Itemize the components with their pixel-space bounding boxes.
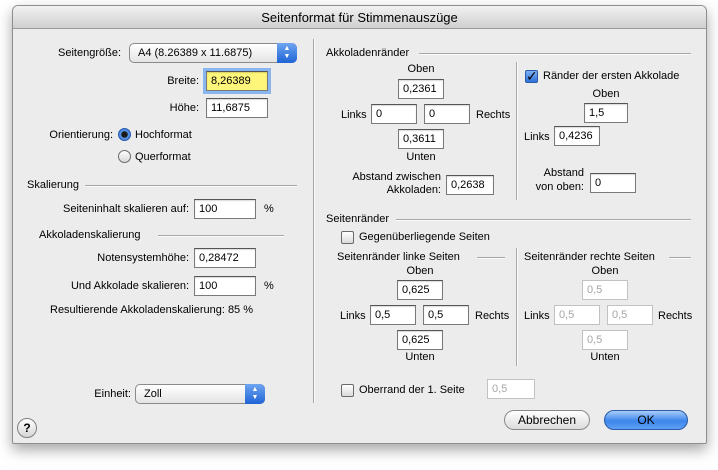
page-margins-divider [396, 219, 691, 221]
first-system-label: Ränder der ersten Akkolade [543, 70, 680, 82]
orientation-label: Orientierung: [49, 129, 113, 141]
select-arrows-icon: ▲ ▼ [277, 43, 297, 63]
window-title: Seitenformat für Stimmenauszüge [261, 10, 458, 25]
system-bottom-input[interactable]: 0,3611 [398, 129, 444, 149]
portrait-label: Hochformat [135, 129, 192, 141]
first-distance-label-line1: Abstand [543, 167, 584, 179]
left-bottom-input[interactable]: 0,625 [397, 330, 443, 350]
unit-select[interactable]: Zoll ▲ ▼ [135, 384, 265, 404]
column-divider [313, 39, 315, 403]
height-input[interactable]: 11,6875 [206, 98, 268, 118]
system-scale-label: Und Akkolade skalieren: [70, 280, 189, 292]
system-left-input[interactable]: 0 [371, 104, 417, 124]
facing-pages-label: Gegenüberliegende Seiten [359, 231, 490, 243]
scale-content-percent: % [264, 203, 274, 215]
system-margins-divider [419, 53, 691, 55]
system-margins-heading: Akkoladenränder [326, 47, 410, 59]
right-right-label: Rechts [658, 310, 693, 322]
right-bottom-input[interactable]: 0,5 [582, 330, 628, 350]
help-button[interactable]: ? [17, 418, 37, 438]
scaling-heading: Skalierung [27, 179, 79, 191]
first-distance-input[interactable]: 0 [590, 173, 636, 193]
height-label: Höhe: [169, 102, 199, 114]
first-left-label: Links [524, 131, 550, 143]
unit-value: Zoll [144, 388, 162, 400]
right-left-label: Links [524, 310, 550, 322]
staff-height-input[interactable]: 0,28472 [194, 248, 256, 268]
right-pages-divider [669, 257, 691, 259]
first-distance-label-line2: von oben: [535, 181, 584, 193]
left-left-input[interactable]: 0,5 [370, 305, 416, 325]
portrait-radio[interactable] [118, 128, 131, 141]
title-bar[interactable]: Seitenformat für Stimmenauszüge [13, 6, 706, 29]
dialog-content: Seitengröße: A4 (8.26389 x 11.6875) ▲ ▼ B… [13, 29, 706, 443]
ok-button[interactable]: OK [604, 410, 688, 430]
left-right-input[interactable]: 0,5 [423, 305, 469, 325]
page-size-select[interactable]: A4 (8.26389 x 11.6875) ▲ ▼ [129, 43, 297, 63]
landscape-radio[interactable] [118, 150, 131, 163]
first-top-label: Oben [592, 88, 620, 100]
system-right-label: Rechts [476, 109, 511, 121]
page-size-label: Seitengröße: [58, 47, 121, 59]
distance-label-line1: Abstand zwischen [352, 171, 441, 183]
left-top-input[interactable]: 0,625 [397, 280, 443, 300]
system-scaling-divider [158, 235, 284, 237]
landscape-label: Querformat [135, 151, 191, 163]
left-right-label: Rechts [475, 310, 510, 322]
system-top-input[interactable]: 0,2361 [398, 79, 444, 99]
right-right-input[interactable]: 0,5 [607, 305, 653, 325]
system-scale-percent: % [264, 280, 274, 292]
right-bottom-label: Unten [590, 351, 620, 363]
result-scaling-text: Resultierende Akkoladenskalierung: 85 % [50, 304, 254, 316]
scale-content-label: Seiteninhalt skalieren auf: [63, 203, 189, 215]
page-format-dialog: Seitenformat für Stimmenauszüge Seitengr… [12, 5, 707, 444]
first-page-top-label: Oberrand der 1. Seite [359, 384, 465, 396]
left-bottom-label: Unten [405, 351, 435, 363]
left-pages-divider [477, 257, 505, 259]
select-arrows-icon: ▲ ▼ [245, 384, 265, 404]
first-system-checkbox[interactable]: ✓ [525, 69, 538, 83]
page-margins-heading: Seitenränder [326, 213, 389, 225]
first-top-input[interactable]: 1,5 [584, 103, 628, 123]
distance-input[interactable]: 0,2638 [446, 175, 494, 195]
right-top-label: Oben [591, 265, 619, 277]
staff-height-label: Notensystemhöhe: [97, 252, 189, 264]
page-size-value: A4 (8.26389 x 11.6875) [138, 47, 253, 59]
system-right-input[interactable]: 0 [424, 104, 470, 124]
first-page-top-input[interactable]: 0,5 [487, 379, 535, 399]
system-scale-input[interactable]: 100 [194, 276, 256, 296]
system-bottom-label: Unten [406, 151, 436, 163]
first-page-top-checkbox[interactable] [341, 384, 354, 397]
width-label: Breite: [167, 75, 199, 87]
first-left-input[interactable]: 0,4236 [554, 126, 600, 146]
right-left-input[interactable]: 0,5 [554, 305, 600, 325]
left-pages-heading: Seitenränder linke Seiten [337, 251, 460, 263]
system-scaling-heading: Akkoladenskalierung [39, 229, 141, 241]
left-left-label: Links [340, 310, 366, 322]
right-pages-heading: Seitenränder rechte Seiten [524, 251, 655, 263]
page-margins-column-divider [516, 248, 518, 366]
right-top-input[interactable]: 0,5 [582, 280, 628, 300]
distance-label-line2: Akkoladen: [386, 184, 441, 196]
width-input[interactable]: 8,26389 [203, 68, 271, 94]
system-top-label: Oben [407, 63, 435, 75]
cancel-button[interactable]: Abbrechen [504, 410, 590, 430]
system-left-label: Links [341, 109, 367, 121]
left-top-label: Oben [406, 265, 434, 277]
unit-label: Einheit: [94, 388, 131, 400]
scaling-divider [85, 185, 297, 187]
facing-pages-checkbox[interactable] [341, 231, 354, 244]
scale-content-input[interactable]: 100 [194, 199, 256, 219]
